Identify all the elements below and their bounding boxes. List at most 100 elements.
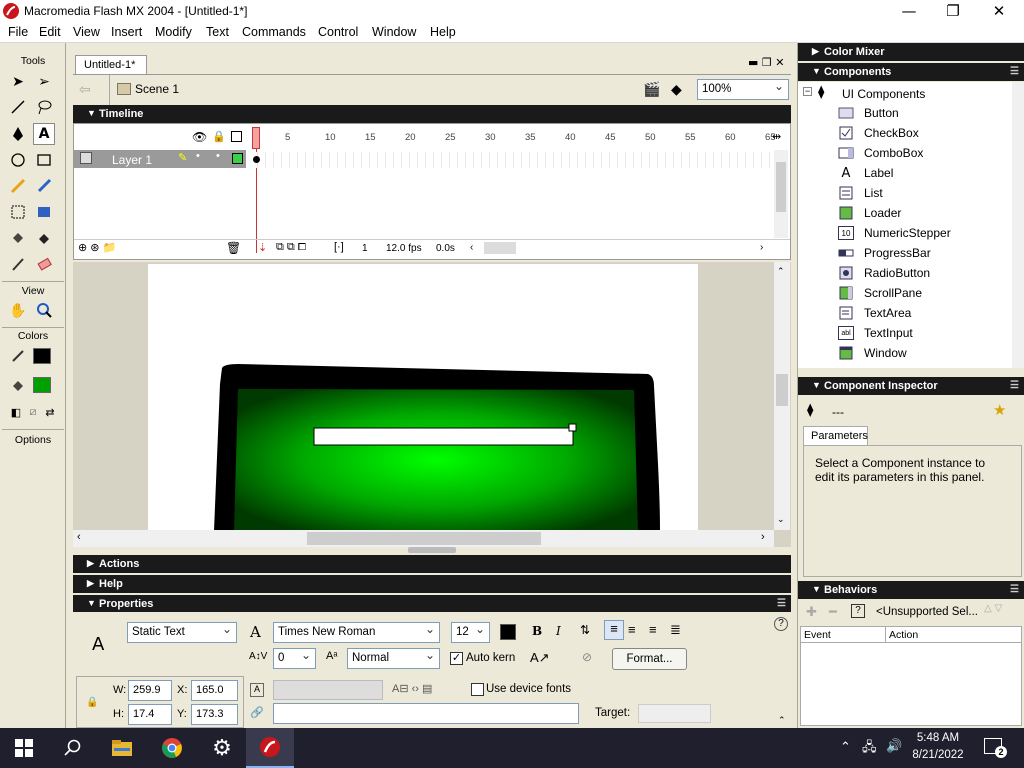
align-right-icon[interactable]: ≡	[649, 622, 657, 637]
text-direction-icon[interactable]: ⇅	[580, 623, 590, 637]
pencil-icon[interactable]	[7, 175, 29, 197]
outline-icon[interactable]	[231, 131, 242, 142]
component-progressbar[interactable]: ProgressBar	[838, 244, 931, 262]
line-icon[interactable]	[7, 96, 29, 118]
action-column-header[interactable]: Action	[889, 629, 918, 641]
component-inspector-header[interactable]: ▼ Component Inspector ☰	[798, 377, 1024, 395]
device-fonts-checkbox[interactable]	[471, 683, 484, 696]
lock-proportions-icon[interactable]: 🔒	[86, 697, 98, 708]
component-textinput[interactable]: abl TextInput	[838, 324, 913, 342]
lock-dot-icon[interactable]: •	[216, 150, 220, 162]
menu-text[interactable]: Text	[206, 25, 229, 39]
free-transform-icon[interactable]	[7, 201, 29, 223]
panel-options-icon[interactable]: ☰	[777, 598, 786, 609]
remove-behavior-icon[interactable]: ━	[829, 604, 837, 620]
eye-icon[interactable]: 👁	[192, 130, 207, 144]
component-numericstepper[interactable]: 10 NumericStepper	[838, 224, 951, 242]
panel-options-icon[interactable]: ☰	[1010, 66, 1019, 77]
doc-window-controls[interactable]: ▬ ❐ ✕	[748, 56, 784, 69]
visibility-dot-icon[interactable]: •	[196, 150, 200, 162]
frame-ruler[interactable]: 15101520253035404550556065	[250, 124, 776, 151]
add-behavior-icon[interactable]: ✚	[806, 604, 817, 620]
green-panel-graphic[interactable]	[148, 264, 698, 531]
menu-help[interactable]: Help	[430, 25, 456, 39]
panel-options-icon[interactable]: ☰	[1010, 584, 1019, 595]
scroll-left-icon[interactable]: ‹	[470, 242, 473, 253]
url-field[interactable]	[273, 703, 579, 724]
bold-button[interactable]: B	[532, 624, 542, 638]
properties-panel-header[interactable]: ▼ Properties ☰	[73, 595, 791, 613]
menu-view[interactable]: View	[73, 25, 100, 39]
timeline-vscroll[interactable]	[774, 150, 788, 238]
auto-kern-checkbox[interactable]: ✓	[450, 652, 463, 665]
behaviors-help-icon[interactable]: ?	[851, 604, 865, 618]
tracking-select[interactable]: 0	[273, 648, 316, 669]
panel-options-icon[interactable]: ☰	[1010, 380, 1019, 391]
collapse-properties-icon[interactable]: ⌃	[778, 715, 786, 726]
component-list[interactable]: List	[838, 184, 883, 202]
component-textarea[interactable]: TextArea	[838, 304, 911, 322]
menu-control[interactable]: Control	[318, 25, 358, 39]
show-hidden-icons[interactable]: ⌃	[840, 739, 851, 755]
minimize-button[interactable]: —	[886, 0, 932, 23]
document-tab[interactable]: Untitled-1*	[75, 55, 147, 75]
component-loader[interactable]: Loader	[838, 204, 901, 222]
event-column-header[interactable]: Event	[804, 629, 831, 641]
component-combobox[interactable]: ComboBox	[838, 144, 923, 162]
stage-vscroll[interactable]: ⌃ ⌄	[774, 262, 790, 530]
flash-taskbar-icon[interactable]	[246, 728, 294, 768]
fill-transform-icon[interactable]	[33, 201, 55, 223]
edit-scene-icon[interactable]: 🎬	[643, 81, 660, 98]
text-icon[interactable]: A	[33, 123, 55, 145]
zoom-select[interactable]: 100%	[697, 79, 789, 100]
component-button[interactable]: Button	[838, 104, 899, 122]
font-size-select[interactable]: 12	[451, 622, 490, 643]
component-checkbox[interactable]: CheckBox	[838, 124, 919, 142]
layer-name[interactable]: Layer 1	[112, 153, 152, 167]
font-select[interactable]: Times New Roman	[273, 622, 440, 643]
search-icon[interactable]	[48, 728, 96, 768]
restore-button[interactable]: ❐	[930, 0, 976, 23]
scroll-right-icon[interactable]: ›	[760, 242, 763, 253]
clock-date[interactable]: 8/21/2022	[906, 749, 970, 761]
lock-icon[interactable]: 🔒	[212, 130, 226, 143]
subselect-icon[interactable]: ➢	[33, 70, 55, 92]
center-frame-icon[interactable]: ⇣	[258, 241, 267, 254]
component-scrollpane[interactable]: ScrollPane	[838, 284, 922, 302]
components-header[interactable]: ▼ Components ☰	[798, 63, 1024, 81]
timeline-menu-icon[interactable]: ⇹	[772, 130, 781, 143]
volume-icon[interactable]: 🔊	[886, 738, 902, 754]
text-color-swatch[interactable]	[500, 624, 516, 640]
swap-colors-icon[interactable]: ⇄	[39, 401, 61, 423]
frame-strip[interactable]	[250, 152, 772, 168]
eraser-icon[interactable]	[33, 253, 55, 275]
stroke-color-swatch[interactable]	[33, 348, 51, 364]
selectable-icons[interactable]: A⊟ ‹› ▤	[392, 682, 432, 695]
color-mixer-header[interactable]: ▶ Color Mixer	[798, 43, 1024, 61]
align-center-icon[interactable]: ≡	[628, 622, 636, 637]
network-icon[interactable]: 🖧	[862, 738, 877, 760]
parameters-tab[interactable]: Parameters	[803, 426, 868, 446]
behaviors-header[interactable]: ▼ Behaviors ☰	[798, 581, 1024, 599]
align-left-icon[interactable]: ≡	[604, 620, 624, 640]
settings-gear-icon[interactable]: ⚙	[198, 728, 246, 768]
lasso-icon[interactable]	[33, 96, 55, 118]
add-layer-icons[interactable]: ⊕ ⊛ 📁	[78, 241, 116, 254]
width-field[interactable]: 259.9	[128, 680, 172, 701]
windows-start-icon[interactable]	[0, 728, 48, 768]
delete-layer-icon[interactable]: 🗑	[226, 241, 241, 255]
close-button[interactable]: ✕	[976, 0, 1022, 23]
ui-components-group[interactable]: UI Components	[842, 87, 925, 101]
stage-hscroll[interactable]: ‹ ›	[73, 530, 774, 547]
eyedropper-icon[interactable]	[7, 253, 29, 275]
rectangle-icon[interactable]	[33, 149, 55, 171]
panel-resize-handle[interactable]	[408, 547, 456, 553]
hand-icon[interactable]: ✋	[7, 299, 29, 321]
text-type-select[interactable]: Static Text	[127, 622, 237, 643]
outline-color-icon[interactable]	[232, 153, 243, 164]
onion-skin-icons[interactable]: ⧉ ⧉ ⧠	[276, 241, 306, 254]
menu-insert[interactable]: Insert	[111, 25, 142, 39]
justify-icon[interactable]: ≣	[670, 622, 681, 638]
move-up-icon[interactable]: △ ▽	[984, 603, 1002, 614]
menu-commands[interactable]: Commands	[242, 25, 306, 39]
